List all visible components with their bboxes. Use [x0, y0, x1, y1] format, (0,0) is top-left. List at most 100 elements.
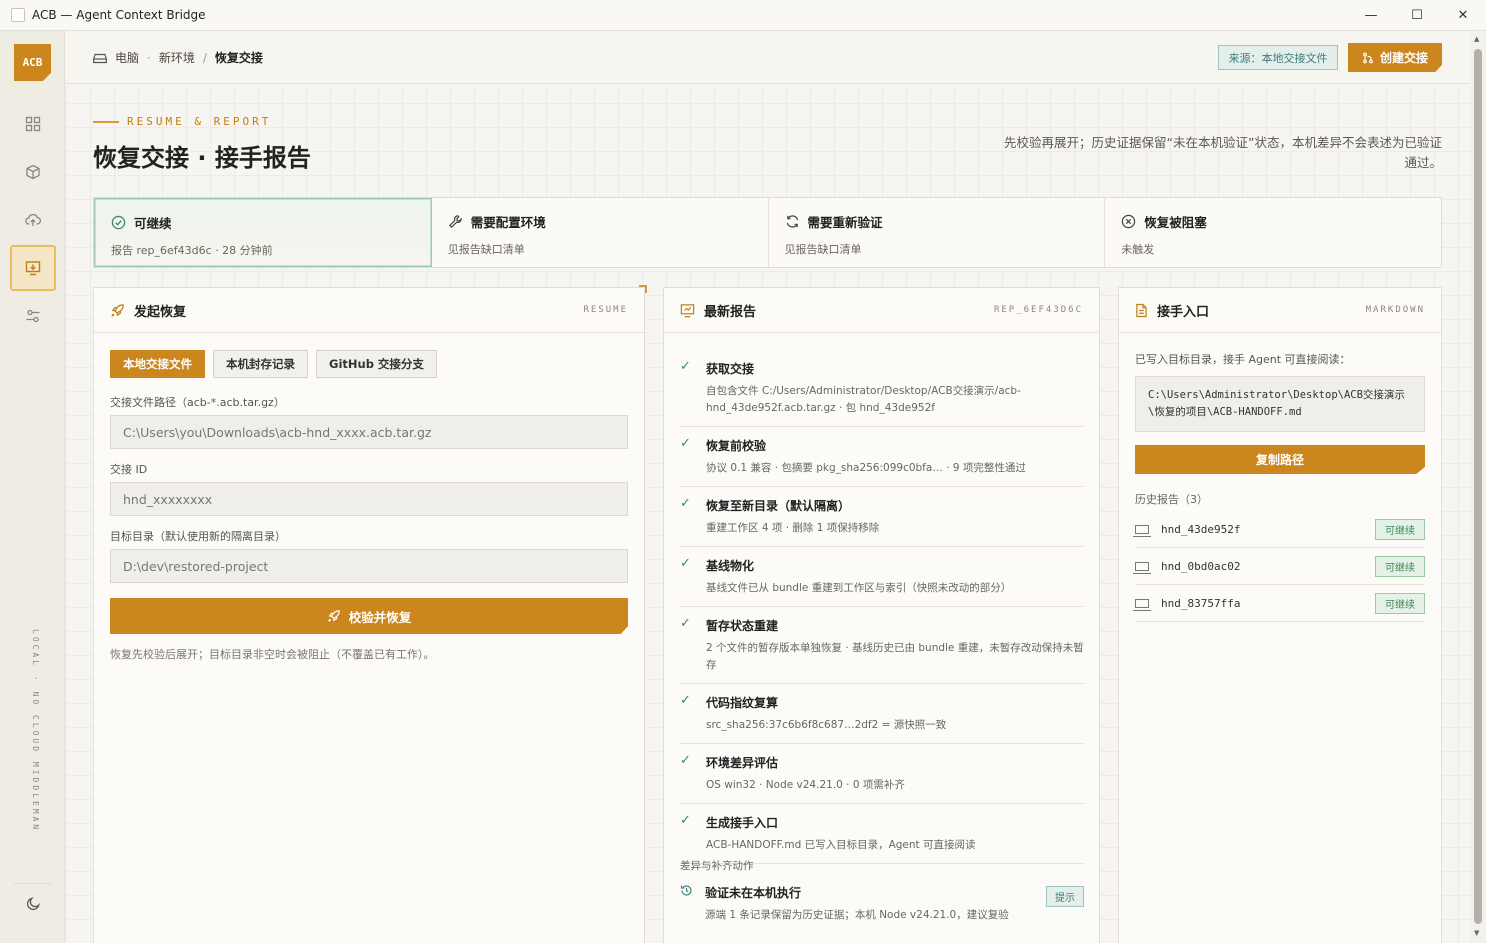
report-step: ✓ 环境差异评估 OS win32 · Node v24.21.0 · 0 项需补齐 — [680, 744, 1084, 804]
handoff-id-input[interactable]: hnd_xxxxxxxx — [110, 482, 628, 516]
report-step: ✓ 基线物化 基线文件已从 bundle 重建到工作区与索引（快照未改动的部分） — [680, 547, 1084, 607]
status-title: 需要配置环境 — [470, 215, 546, 230]
create-handoff-button[interactable]: 创建交接 — [1348, 43, 1442, 72]
report-step: ✓ 恢复前校验 协议 0.1 兼容 · 包摘要 pkg_sha256:099c0bf… — [680, 427, 1084, 487]
status-sub: 见报告缺口清单 — [784, 243, 862, 256]
check-icon: ✓ — [680, 753, 691, 768]
app-logo: ACB — [14, 44, 51, 81]
resume-hint: 恢复先校验后展开；目标目录非空时会被阻止（不覆盖已有工作）。 — [110, 648, 435, 661]
diff-item: 验证未在本机执行 源端 1 条记录保留为历史证据；本机 Node v24.21.… — [680, 884, 1084, 922]
handoff-panel: 接手入口 MARKDOWN 已写入目标目录，接手 Agent 可直接阅读： C:… — [1118, 287, 1442, 943]
step-desc: src_sha256:37c6b6f8c687…2df2 = 源快照一致 — [706, 719, 947, 731]
history-name: hnd_83757ffa — [1161, 596, 1241, 610]
status-card-configure[interactable]: 需要配置环境 见报告缺口清单 — [432, 198, 769, 267]
document-icon — [1136, 303, 1147, 317]
history-label: 历史报告（3） — [1135, 493, 1208, 506]
target-dir-label: 目标目录（默认使用新的隔离目录） — [110, 530, 286, 543]
handoff-id-label: 交接 ID — [110, 463, 148, 476]
report-step: ✓ 获取交接 自包含文件 C:/Users/Administrator/Deskto… — [680, 350, 1084, 427]
status-card-reverify[interactable]: 需要重新验证 见报告缺口清单 — [769, 198, 1106, 267]
breadcrumb-current: 恢复交接 — [214, 51, 263, 65]
report-panel-tag: REP_6EF43D6C — [993, 305, 1083, 315]
window-titlebar: ACB — Agent Context Bridge — ☐ ✕ — [0, 0, 1486, 31]
maximize-button[interactable]: ☐ — [1394, 0, 1440, 31]
x-circle-icon — [1122, 214, 1136, 229]
report-step: ✓ 暂存状态重建 2 个文件的暂存版本单独恢复 · 基线历史已由 bundle 重建… — [680, 607, 1084, 684]
handoff-path[interactable]: C:\Users\Administrator\Desktop\ACB交接演示\恢… — [1135, 376, 1425, 432]
laptop-icon — [1133, 598, 1151, 611]
breadcrumb-root[interactable]: 电脑 — [115, 49, 139, 66]
source-github-tab[interactable]: GitHub 交接分支 — [316, 350, 437, 378]
report-step: ✓ 代码指纹复算 src_sha256:37c6b6f8c687…2df2 = 源快… — [680, 684, 1084, 744]
package-nav-icon[interactable] — [13, 152, 53, 192]
step-desc: 2 个文件的暂存版本单独恢复 · 基线历史已由 bundle 重建，未暂存改动保… — [706, 642, 1084, 671]
vertical-scrollbar[interactable]: ▲ ▼ — [1470, 31, 1486, 943]
diff-desc: 源端 1 条记录保留为历史证据；本机 Node v24.21.0，建议复验 — [705, 909, 1009, 921]
history-row[interactable]: hnd_43de952f 可继续 — [1133, 511, 1425, 548]
wrench-icon — [448, 215, 462, 228]
rocket-icon — [111, 303, 124, 317]
history-list: hnd_43de952f 可继续 hnd_0bd0ac02 可继续 hnd_83… — [1133, 511, 1425, 622]
scroll-down-icon[interactable]: ▼ — [1474, 929, 1479, 937]
step-title: 环境差异评估 — [706, 756, 779, 770]
handoff-note: 已写入目标目录，接手 Agent 可直接阅读： — [1135, 353, 1351, 366]
check-icon: ✓ — [680, 556, 691, 571]
hint-badge: 提示 — [1046, 886, 1084, 907]
source-local-file-tab[interactable]: 本地交接文件 — [110, 350, 205, 378]
rocket-icon — [327, 610, 340, 622]
source-sealed-record-tab[interactable]: 本机封存记录 — [213, 350, 308, 378]
verify-and-resume-label: 校验并恢复 — [348, 609, 412, 625]
diff-section-label: 差异与补齐动作 — [680, 860, 754, 872]
check-icon: ✓ — [680, 813, 691, 828]
target-dir-input[interactable]: D:\dev\restored-project — [110, 549, 628, 583]
status-row: 可继续 报告 rep_6ef43d6c · 28 分钟前 需要配置环境 见报告缺… — [93, 197, 1442, 268]
report-steps: ✓ 获取交接 自包含文件 C:/Users/Administrator/Deskto… — [680, 350, 1084, 864]
drive-icon — [93, 53, 107, 63]
history-name: hnd_43de952f — [1161, 522, 1241, 536]
step-title: 恢复至新目录（默认隔离） — [706, 499, 851, 513]
upload-nav-icon[interactable] — [13, 200, 53, 240]
check-circle-icon — [111, 215, 126, 230]
scroll-up-icon[interactable]: ▲ — [1474, 35, 1479, 43]
step-title: 生成接手入口 — [706, 816, 779, 830]
dashboard-nav-icon[interactable] — [13, 104, 53, 144]
status-badge: 可继续 — [1375, 592, 1425, 614]
status-badge: 可继续 — [1375, 518, 1425, 540]
theme-toggle-icon[interactable] — [13, 883, 53, 923]
status-card-continue[interactable]: 可继续 报告 rep_6ef43d6c · 28 分钟前 — [94, 198, 432, 267]
step-desc: 自包含文件 C:/Users/Administrator/Desktop/ACB… — [706, 385, 1021, 414]
file-path-input[interactable]: C:\Users\you\Downloads\acb-hnd_xxxx.acb.… — [110, 415, 628, 449]
minimize-button[interactable]: — — [1348, 0, 1394, 31]
source-selector: 本地交接文件 本机封存记录 GitHub 交接分支 — [110, 350, 437, 378]
app-icon — [11, 8, 25, 22]
page-title: 恢复交接 · 接手报告 — [93, 144, 311, 172]
verify-and-resume-button[interactable]: 校验并恢复 — [110, 598, 628, 634]
breadcrumb: 电脑 · 新环境 / 恢复交接 — [93, 49, 263, 66]
step-title: 基线物化 — [706, 559, 755, 573]
resume-panel: 发起恢复 RESUME 本地交接文件 本机封存记录 GitHub 交接分支 交接… — [93, 285, 647, 943]
check-icon: ✓ — [680, 693, 691, 708]
status-card-blocked[interactable]: 恢复被阻塞 未触发 — [1105, 198, 1441, 267]
status-title: 恢复被阻塞 — [1144, 215, 1207, 230]
close-button[interactable]: ✕ — [1440, 0, 1486, 31]
laptop-icon — [1133, 524, 1151, 537]
status-sub: 未触发 — [1121, 243, 1155, 256]
history-row[interactable]: hnd_83757ffa 可继续 — [1133, 585, 1425, 622]
eyebrow: RESUME & REPORT — [93, 115, 271, 128]
history-name: hnd_0bd0ac02 — [1161, 559, 1241, 573]
resume-nav-icon[interactable] — [10, 245, 56, 291]
report-panel: 最新报告 REP_6EF43D6C ✓ 获取交接 自包含文件 C:/Users/Ad… — [663, 287, 1100, 943]
step-desc: 协议 0.1 兼容 · 包摘要 pkg_sha256:099c0bfa… · 9… — [706, 462, 1026, 474]
history-row[interactable]: hnd_0bd0ac02 可继续 — [1133, 548, 1425, 585]
file-path-label: 交接文件路径（acb-*.acb.tar.gz） — [110, 396, 285, 409]
breadcrumb-env[interactable]: 新环境 — [159, 49, 195, 66]
settings-nav-icon[interactable] — [13, 296, 53, 336]
page-description: 先校验再展开；历史证据保留“未在本机验证”状态，本机差异不会表述为已验证通过。 — [1004, 135, 1442, 170]
report-panel-title: 最新报告 — [704, 304, 757, 320]
diff-title: 验证未在本机执行 — [705, 886, 802, 900]
sidebar-footer-label: LOCAL · NO CLOUD MIDDLEMAN — [31, 629, 40, 833]
eyebrow-text: RESUME & REPORT — [127, 115, 272, 128]
scroll-thumb[interactable] — [1474, 49, 1482, 924]
breadcrumb-separator: / — [202, 50, 207, 65]
copy-path-button[interactable]: 复制路径 — [1135, 445, 1425, 474]
